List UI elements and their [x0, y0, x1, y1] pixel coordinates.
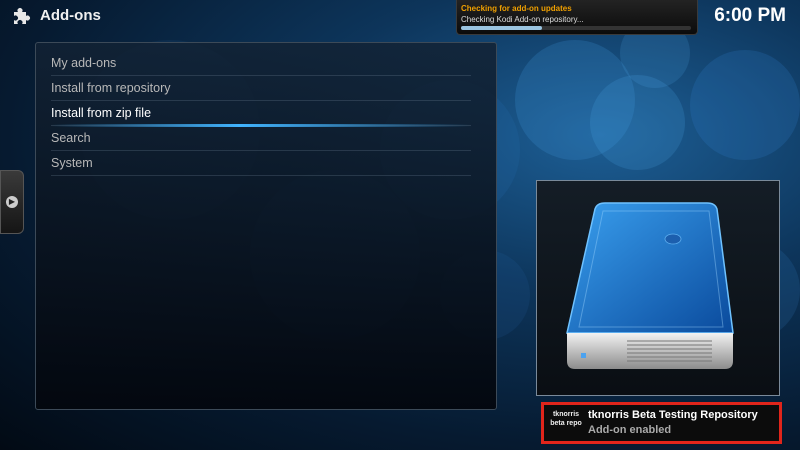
- menu-item-install-from-repository[interactable]: Install from repository: [51, 76, 471, 101]
- clock: 6:00 PM: [714, 5, 786, 26]
- bokeh-decoration: [515, 40, 635, 160]
- addon-thumbnail: [536, 180, 780, 396]
- menu-item-label: Search: [51, 131, 91, 145]
- menu-item-search[interactable]: Search: [51, 126, 471, 151]
- notification-progress-fill: [461, 26, 542, 30]
- bokeh-decoration: [690, 50, 800, 160]
- puzzle-piece-icon: [14, 8, 30, 24]
- arrow-right-icon: ▶: [6, 196, 18, 208]
- toast-title: tknorris Beta Testing Repository: [588, 409, 758, 421]
- repository-logo: tknorris beta repo: [550, 411, 582, 427]
- bokeh-decoration: [590, 75, 685, 170]
- toast-subtitle: Add-on enabled: [588, 424, 672, 436]
- menu-item-install-from-zip[interactable]: Install from zip file: [51, 101, 471, 127]
- menu-item-my-addons[interactable]: My add-ons: [51, 51, 471, 76]
- hard-drive-icon: [566, 202, 734, 369]
- page-title: Add-ons: [40, 7, 101, 24]
- menu-item-label: Install from repository: [51, 81, 171, 95]
- addons-menu-panel: My add-ons Install from repository Insta…: [35, 42, 497, 410]
- addon-enabled-toast: tknorris beta repo tknorris Beta Testing…: [541, 402, 782, 444]
- menu-item-system[interactable]: System: [51, 151, 471, 176]
- side-menu-tab[interactable]: ▶: [0, 170, 24, 234]
- menu-item-label: Install from zip file: [51, 106, 152, 120]
- notification-heading: Checking for add-on updates: [461, 4, 572, 13]
- menu-item-label: System: [51, 156, 93, 170]
- menu-item-label: My add-ons: [51, 56, 117, 70]
- notification-progress-bar: [461, 26, 691, 30]
- update-notification: Checking for add-on updates Checking Kod…: [456, 0, 698, 35]
- notification-message: Checking Kodi Add-on repository...: [461, 15, 584, 24]
